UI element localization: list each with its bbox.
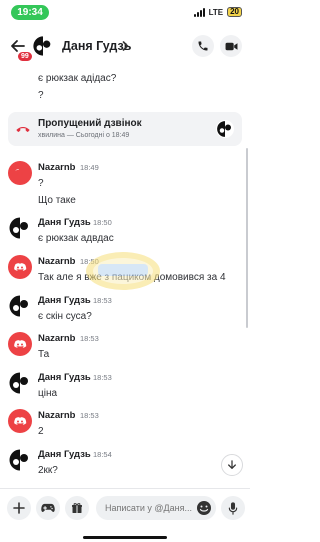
message-group[interactable]: Nazarnb 18:49 ? Що таке [0,161,250,209]
message-timestamp: 18:53 [93,296,112,305]
message-text: є рюкзак адідас? [38,73,117,84]
missed-call-subtitle: хвилина — Сьогодні о 18:49 [38,132,130,139]
chevron-right-icon[interactable] [122,41,129,51]
caller-avatar [216,120,234,138]
missed-call-icon [16,127,30,132]
watermark-logo [86,252,160,290]
discord-default-avatar [8,332,32,356]
emoji-icon[interactable] [196,500,212,516]
message-timestamp: 18:54 [93,450,112,459]
voice-call-button[interactable] [192,35,214,57]
message-author[interactable]: Nazarnb [38,256,75,267]
status-time: 19:34 [11,5,49,20]
message-author[interactable]: Даня Гудзь [38,372,91,383]
message-timestamp: 18:50 [93,218,112,227]
message-group[interactable]: Даня Гудзь 18:53 ціна [0,371,250,407]
missed-call-card[interactable]: Пропущений дзвінок хвилина — Сьогодні о … [8,112,242,146]
message-text: є скін суса? [38,311,92,322]
message-group[interactable]: Даня Гудзь 18:53 є скін суса? [0,294,250,330]
contact-avatar [8,371,32,395]
message-group[interactable]: Даня Гудзь 18:54 2кк? [0,448,250,484]
message-text: є рюкзак адвдас [38,233,114,244]
message-text: ? [38,90,44,101]
message-timestamp: 18:53 [80,411,99,420]
message-group[interactable]: Даня Гудзь 18:50 є рюкзак адвдас [0,216,250,252]
page-title[interactable]: Даня Гудзь [62,39,131,53]
discord-default-avatar [8,161,32,185]
gamepad-icon [41,503,55,512]
message-timestamp: 18:53 [93,373,112,382]
video-camera-icon [225,42,237,50]
message-timestamp: 18:53 [80,334,99,343]
message-text: Та [38,349,50,360]
attach-button[interactable] [7,496,31,520]
message-author[interactable]: Даня Гудзь [38,449,91,460]
message-group[interactable]: Nazarnb 18:53 Та [0,332,250,368]
gift-icon [72,503,82,513]
message-text: 2кк? [38,465,58,476]
message-author[interactable]: Nazarnb [38,333,75,344]
unread-badge: 99 [17,51,33,62]
missed-call-title: Пропущений дзвінок [38,118,142,129]
message-text: ? [38,178,44,189]
chat-header: 99 Даня Гудзь [0,28,250,68]
message-timestamp: 18:49 [80,163,99,172]
contact-avatar [8,216,32,240]
discord-default-avatar [8,255,32,279]
message-composer [0,488,250,542]
contact-avatar[interactable] [32,35,54,57]
voice-message-button[interactable] [221,496,245,520]
contact-avatar [8,294,32,318]
message-group[interactable]: Nazarnb 18:53 2 [0,409,250,445]
arrow-down-icon [228,460,236,469]
home-indicator [83,536,167,539]
message-text: Що таке [38,195,76,206]
discord-default-avatar [8,409,32,433]
battery-level: 20 [227,7,242,17]
network-type: LTE [208,7,224,17]
scrollbar[interactable] [246,148,248,328]
activities-button[interactable] [36,496,60,520]
status-indicators: LTE 20 [193,7,242,17]
message-author[interactable]: Даня Гудзь [38,295,91,306]
message-text: ціна [38,388,58,399]
gift-button[interactable] [65,496,89,520]
signal-icon [193,7,205,17]
contact-avatar [8,448,32,472]
status-bar: 19:34 LTE 20 [0,0,250,24]
message-author[interactable]: Nazarnb [38,162,75,173]
message-author[interactable]: Nazarnb [38,410,75,421]
jump-to-latest-button[interactable] [221,454,243,476]
message-author[interactable]: Даня Гудзь [38,217,91,228]
microphone-icon [228,501,238,515]
phone-icon [198,41,208,51]
video-call-button[interactable] [220,35,242,57]
plus-icon [13,502,25,514]
message-text: 2 [38,426,44,437]
